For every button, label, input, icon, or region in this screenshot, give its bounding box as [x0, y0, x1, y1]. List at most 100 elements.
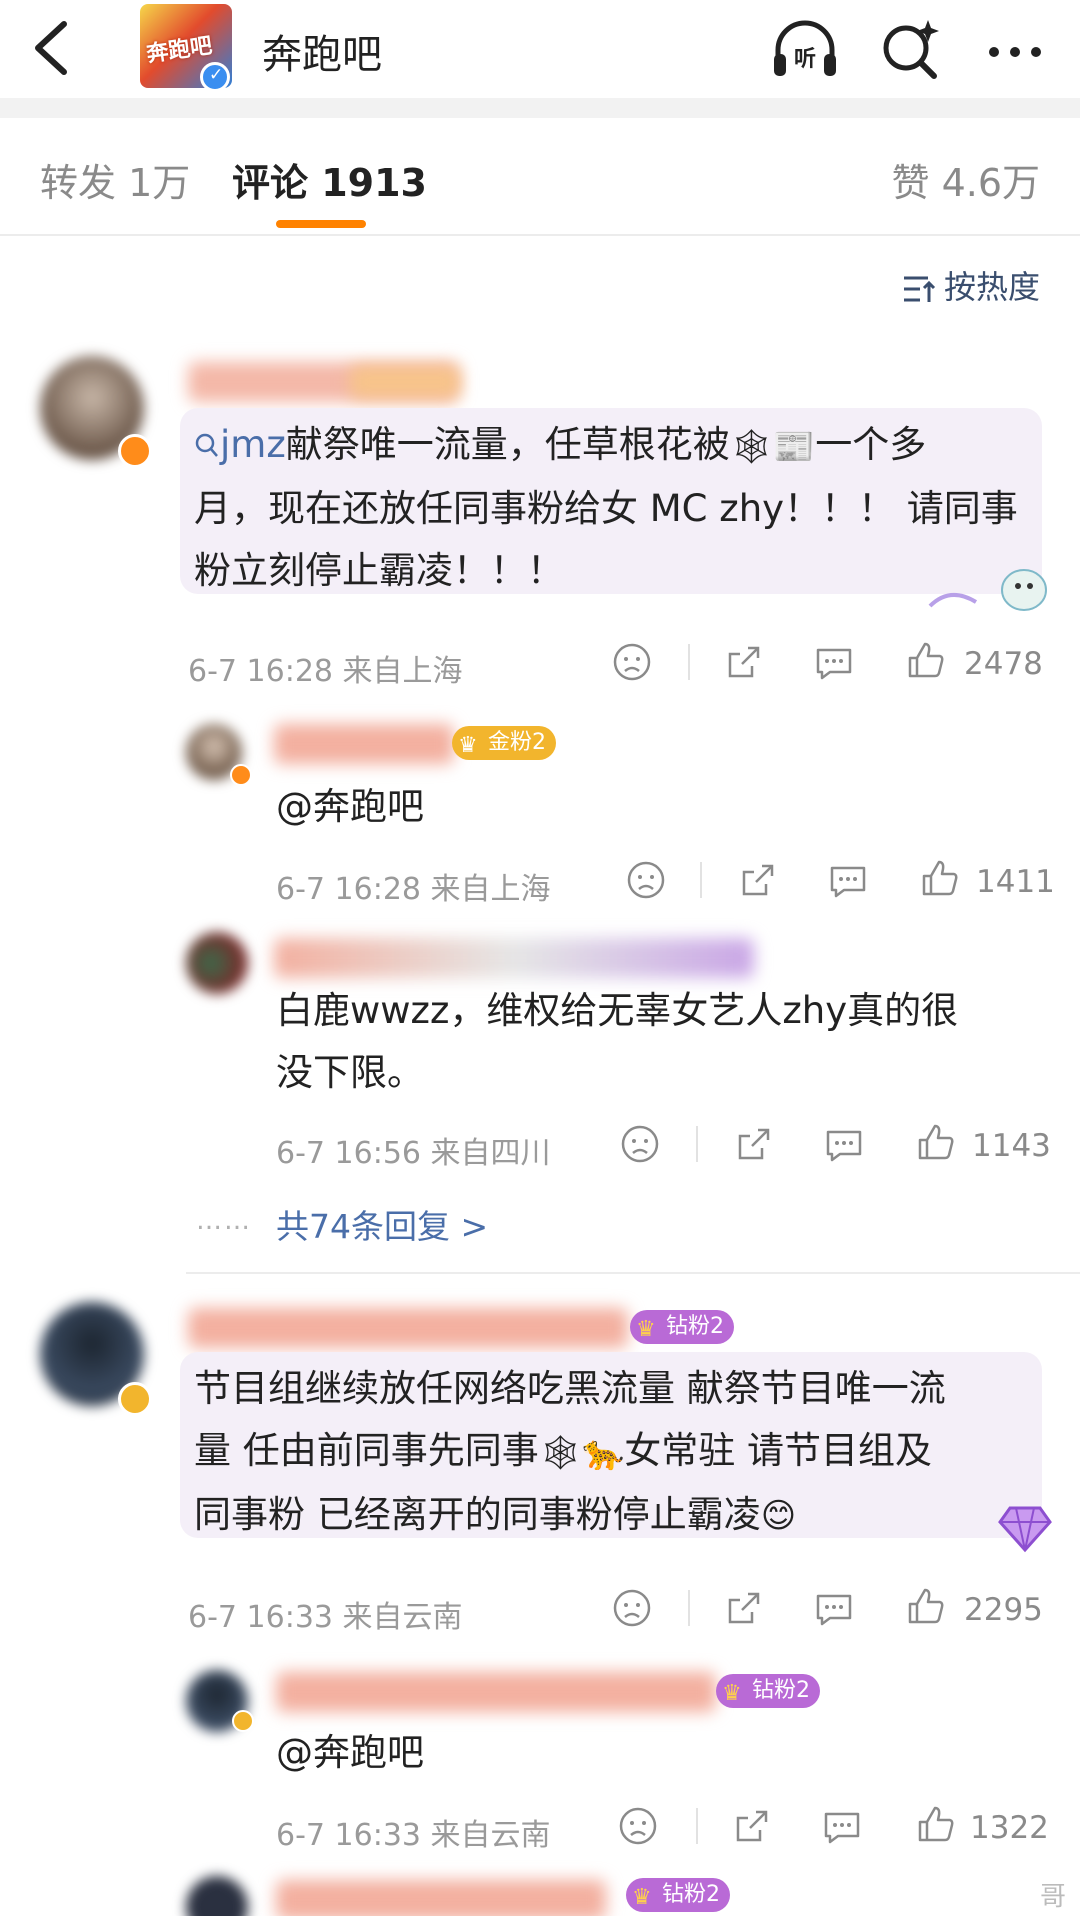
- headphones-listen-icon[interactable]: 听: [770, 16, 840, 82]
- avatar[interactable]: [186, 932, 248, 994]
- like-count: 2478: [964, 646, 1043, 682]
- more-dots-icon[interactable]: [980, 16, 1050, 82]
- reply-comment-icon[interactable]: [812, 640, 856, 684]
- comment-meta: 6-7 16:28 来自上海: [188, 654, 463, 689]
- reply-comment-icon[interactable]: [826, 858, 870, 902]
- fan-badge: ♛ 金粉2: [452, 726, 556, 760]
- action-separator: [688, 1590, 690, 1626]
- comment-line-1: 节目组继续放任网络吃黑流量 献祭节目唯一流: [194, 1367, 946, 1410]
- fan-badge-label: 钻粉2: [666, 1314, 724, 1339]
- reply-comment-icon[interactable]: [812, 1586, 856, 1630]
- spiderweb-emoji-icon: 🕸: [538, 1432, 582, 1473]
- reply-text[interactable]: @奔跑吧: [276, 1722, 424, 1784]
- dislike-face-icon[interactable]: [624, 858, 668, 902]
- spiderweb-emoji-icon: 🕸: [729, 426, 773, 467]
- search-link-text: jmz: [220, 423, 286, 466]
- like-thumb-icon[interactable]: [918, 856, 962, 900]
- share-icon[interactable]: [736, 858, 780, 902]
- reply-text: 白鹿wwzz，维权给无辜女艺人zhy真的很 没下限。: [276, 980, 1056, 1104]
- header-separator: [0, 98, 1080, 118]
- fan-badge-label: 钻粉2: [752, 1678, 810, 1703]
- dislike-face-icon[interactable]: [618, 1122, 662, 1166]
- sort-icon: [903, 276, 936, 302]
- share-icon[interactable]: [722, 1586, 766, 1630]
- like-thumb-icon[interactable]: [914, 1120, 958, 1164]
- reply-line-2: 没下限。: [276, 1051, 424, 1094]
- tab-comments[interactable]: 评论 1913: [232, 152, 427, 207]
- like-count: 2295: [964, 1592, 1043, 1628]
- username-blurred[interactable]: [274, 724, 454, 764]
- comment-line-3: 粉立刻停止霸凌！！！: [194, 548, 564, 592]
- reply-comment-icon[interactable]: [822, 1122, 866, 1166]
- comment-line-2b: 女常驻 请节目组及: [624, 1429, 933, 1472]
- action-separator: [696, 1808, 698, 1844]
- tab-reposts[interactable]: 转发 1万: [40, 152, 190, 207]
- dislike-face-icon[interactable]: [616, 1804, 660, 1848]
- back-arrow-icon[interactable]: [26, 18, 78, 78]
- user-v-badge-icon: [118, 1382, 152, 1416]
- comment-line-3: 同事粉 已经离开的同事粉停止霸凌: [194, 1492, 761, 1536]
- reply-line-1: 白鹿wwzz，维权给无辜女艺人zhy真的很: [276, 989, 959, 1032]
- top-bar: 奔跑吧 ✓ 奔跑吧 听: [0, 0, 1080, 98]
- action-separator: [700, 862, 702, 898]
- reply-text[interactable]: @奔跑吧: [276, 776, 424, 838]
- page-title[interactable]: 奔跑吧: [262, 22, 382, 80]
- crown-icon: ♛: [722, 1681, 742, 1706]
- tab-likes[interactable]: 赞 4.6万: [891, 152, 1040, 207]
- crown-icon: ♛: [636, 1317, 656, 1342]
- like-thumb-icon[interactable]: [914, 1802, 958, 1846]
- search-sparkle-icon[interactable]: [876, 16, 946, 82]
- comment-meta: 6-7 16:33 来自云南: [188, 1600, 463, 1635]
- more-replies-dots: ……: [196, 1206, 252, 1236]
- fan-badge-label: 金粉2: [488, 730, 546, 755]
- username-blurred[interactable]: [276, 1672, 716, 1712]
- watermark: 哥: [1040, 1882, 1067, 1912]
- more-replies-link[interactable]: 共74条回复 >: [276, 1200, 488, 1248]
- fan-badge: ♛ 钻粉2: [630, 1310, 734, 1344]
- reply-meta: 6-7 16:56 来自四川: [276, 1136, 551, 1171]
- fan-badge-blurred: [350, 366, 460, 398]
- like-count: 1411: [976, 864, 1055, 900]
- like-count: 1143: [972, 1128, 1051, 1164]
- avatar[interactable]: [186, 1876, 248, 1916]
- comment-line-1: 献祭唯一流量，任草根花被: [285, 423, 730, 466]
- like-thumb-icon[interactable]: [904, 638, 948, 682]
- tabs-divider: [0, 234, 1080, 236]
- fan-badge: ♛ 钻粉2: [626, 1878, 730, 1912]
- user-v-badge-icon: [118, 434, 152, 468]
- username-blurred[interactable]: [188, 1308, 628, 1348]
- verified-badge-icon: ✓: [200, 62, 230, 92]
- dislike-face-icon[interactable]: [610, 1586, 654, 1630]
- reply-comment-icon[interactable]: [820, 1804, 864, 1848]
- action-separator: [696, 1126, 698, 1162]
- diamond-decoration-icon: [998, 1506, 1052, 1553]
- smile-emoji-icon: 😊: [760, 1496, 797, 1536]
- username-blurred[interactable]: [276, 1880, 606, 1916]
- sort-toggle[interactable]: 按热度: [902, 262, 1040, 308]
- user-v-badge-icon: [230, 764, 252, 786]
- reply-meta: 6-7 16:28 来自上海: [276, 872, 551, 907]
- crown-icon: ♛: [458, 733, 478, 758]
- comment-divider: [186, 1272, 1080, 1274]
- comment-line-2: 月，现在还放任同事粉给女 MC zhy！！！ 请同事: [194, 486, 1018, 530]
- username-blurred[interactable]: [274, 938, 754, 978]
- user-v-badge-icon: [232, 1710, 254, 1732]
- share-icon[interactable]: [732, 1122, 776, 1166]
- like-thumb-icon[interactable]: [904, 1584, 948, 1628]
- share-icon[interactable]: [722, 640, 766, 684]
- sort-label: 按热度: [943, 268, 1040, 306]
- leopard-emoji-icon: 🐆: [581, 1432, 625, 1473]
- share-icon[interactable]: [730, 1804, 774, 1848]
- search-link[interactable]: jmz: [194, 423, 286, 466]
- fan-badge: ♛ 钻粉2: [716, 1674, 820, 1708]
- crown-icon: ♛: [632, 1885, 652, 1910]
- search-small-icon: [195, 433, 218, 457]
- comment-line-1-tail: 一个多: [815, 423, 927, 466]
- decoration-sticker-icon: [924, 560, 1056, 616]
- action-separator: [688, 644, 690, 680]
- listen-label: 听: [794, 47, 816, 72]
- comment-line-2a: 量 任由前同事先同事: [194, 1429, 539, 1472]
- dislike-face-icon[interactable]: [610, 640, 654, 684]
- comment-text: 节目组继续放任网络吃黑流量 献祭节目唯一流 量 任由前同事先同事🕸🐆女常驻 请节…: [194, 1358, 1034, 1547]
- like-count: 1322: [970, 1810, 1049, 1846]
